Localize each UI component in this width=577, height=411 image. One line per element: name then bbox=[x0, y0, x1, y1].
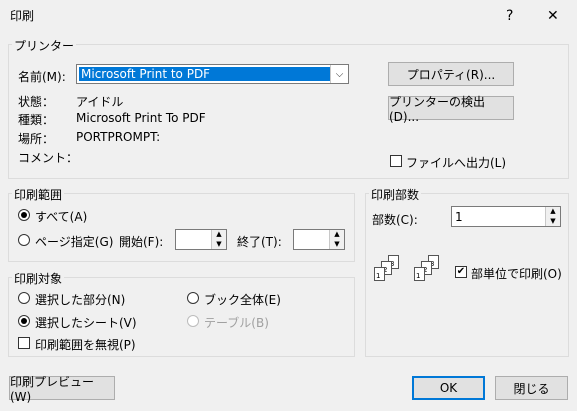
close-icon[interactable]: ✕ bbox=[547, 9, 559, 23]
range-pages-label: ページ指定(G) bbox=[35, 235, 114, 249]
print-preview-button[interactable]: 印刷プレビュー(W) bbox=[9, 375, 115, 404]
range-all-radio[interactable] bbox=[18, 209, 30, 221]
target-selection-label: 選択した部分(N) bbox=[35, 293, 126, 307]
target-table-radio bbox=[187, 315, 199, 327]
type-value: Microsoft Print To PDF bbox=[76, 111, 206, 125]
range-from-stepper[interactable]: ▲ ▼ bbox=[175, 229, 227, 250]
range-pages-radio[interactable] bbox=[18, 234, 30, 246]
chevron-down-icon[interactable]: ⌵ bbox=[330, 65, 348, 83]
collate-pages-icon: 3 2 1 bbox=[372, 255, 408, 289]
target-active-sheets-label: 選択したシート(V) bbox=[35, 316, 137, 330]
range-from-label: 開始(F): bbox=[119, 235, 164, 249]
collate-label: 部単位で印刷(O) bbox=[471, 267, 562, 281]
range-group bbox=[8, 193, 355, 262]
copies-count-stepper[interactable]: 1 ▲ ▼ bbox=[451, 206, 561, 227]
collate-checkbox[interactable]: ✔ bbox=[455, 266, 467, 278]
status-value: アイドル bbox=[76, 95, 124, 109]
close-button[interactable]: 閉じる bbox=[495, 376, 568, 400]
target-whole-book-radio[interactable] bbox=[187, 292, 199, 304]
comment-label: コメント： bbox=[18, 151, 79, 165]
printer-legend: プリンター bbox=[12, 37, 77, 54]
printer-name-combo[interactable]: Microsoft Print to PDF ⌵ bbox=[76, 64, 349, 84]
type-label: 種類： bbox=[18, 113, 55, 127]
printer-name-value: Microsoft Print to PDF bbox=[79, 67, 330, 81]
printer-name-label: 名前(M): bbox=[18, 70, 66, 84]
print-to-file-checkbox[interactable] bbox=[390, 155, 402, 167]
from-spin-buttons[interactable]: ▲ ▼ bbox=[211, 230, 226, 249]
target-whole-book-label: ブック全体(E) bbox=[204, 293, 281, 307]
help-button[interactable]: ? bbox=[506, 9, 513, 23]
range-to-stepper[interactable]: ▲ ▼ bbox=[293, 229, 345, 250]
window-title: 印刷 bbox=[10, 9, 35, 23]
ignore-print-areas-checkbox[interactable] bbox=[18, 337, 30, 349]
copies-count-value: 1 bbox=[455, 210, 463, 224]
collate-pages-icon: 3 2 1 bbox=[412, 255, 448, 289]
find-printer-button[interactable]: プリンターの検出(D)... bbox=[388, 95, 514, 124]
copies-legend: 印刷部数 bbox=[369, 186, 422, 203]
target-selection-radio[interactable] bbox=[18, 292, 30, 304]
target-legend: 印刷対象 bbox=[12, 270, 65, 287]
range-all-label: すべて(A) bbox=[35, 210, 88, 224]
properties-button[interactable]: プロパティ(R)... bbox=[388, 62, 514, 86]
where-label: 場所： bbox=[18, 132, 55, 146]
where-value: PORTPROMPT: bbox=[76, 130, 161, 144]
target-active-sheets-radio[interactable] bbox=[18, 315, 30, 327]
range-to-label: 終了(T): bbox=[237, 235, 282, 249]
print-to-file-label: ファイルへ出力(L) bbox=[406, 156, 507, 170]
copies-count-label: 部数(C): bbox=[372, 213, 418, 227]
status-label: 状態： bbox=[18, 95, 55, 109]
range-legend: 印刷範囲 bbox=[12, 186, 65, 203]
target-table-label: テーブル(B) bbox=[204, 316, 269, 330]
copies-spin-buttons[interactable]: ▲ ▼ bbox=[545, 207, 560, 226]
to-spin-buttons[interactable]: ▲ ▼ bbox=[329, 230, 344, 249]
ignore-print-areas-label: 印刷範囲を無視(P) bbox=[35, 338, 136, 352]
ok-button[interactable]: OK bbox=[412, 376, 485, 400]
